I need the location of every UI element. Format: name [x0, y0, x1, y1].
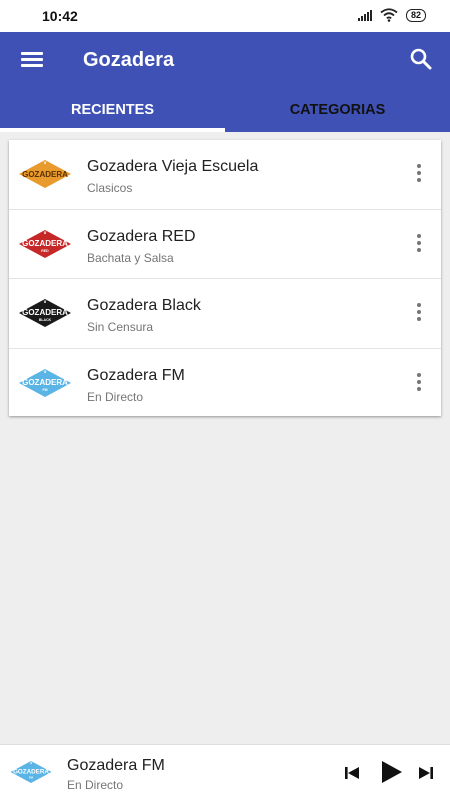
mini-player[interactable]: GOZADERA FM ♛ Gozadera FM En Directo: [0, 744, 450, 801]
svg-text:♛: ♛: [30, 761, 33, 765]
search-icon: [410, 48, 432, 70]
more-vert-icon: [415, 233, 423, 252]
station-logo: GOZADERA FM ♛: [19, 368, 71, 397]
skip-next-button[interactable]: [416, 765, 436, 781]
station-name: Gozadera RED: [87, 227, 196, 245]
tab-bar: RECIENTES CATEGORIAS: [0, 98, 450, 132]
station-subtitle: Sin Censura: [87, 320, 154, 334]
station-subtitle: Clasicos: [87, 181, 133, 195]
skip-previous-button[interactable]: [342, 765, 362, 781]
svg-text:♛: ♛: [43, 299, 47, 304]
player-logo: GOZADERA FM ♛: [10, 761, 52, 783]
svg-text:RED: RED: [41, 249, 49, 253]
more-vert-icon: [415, 164, 423, 182]
svg-text:GOZADERA: GOZADERA: [22, 378, 68, 387]
more-vert-icon: [415, 303, 423, 321]
station-name: Gozadera FM: [87, 366, 185, 384]
more-options-button[interactable]: [415, 164, 423, 184]
tab-recientes[interactable]: RECIENTES: [0, 98, 225, 132]
wifi-icon: [380, 8, 398, 22]
station-name: Gozadera Vieja Escuela: [87, 158, 259, 175]
status-time: 10:42: [42, 8, 78, 24]
station-logo: GOZADERA RED ♛: [19, 229, 71, 258]
station-subtitle: En Directo: [87, 389, 144, 404]
player-subtitle: En Directo: [67, 778, 124, 792]
play-button[interactable]: [378, 759, 404, 785]
svg-text:FM: FM: [42, 388, 47, 392]
svg-text:GOZADERA: GOZADERA: [13, 769, 49, 776]
svg-text:GOZADERA: GOZADERA: [22, 170, 68, 179]
svg-text:GOZADERA: GOZADERA: [22, 308, 68, 317]
status-bar: 10:42 82: [0, 0, 450, 32]
signal-icon: [357, 9, 372, 21]
more-options-button[interactable]: [415, 372, 423, 393]
more-options-button[interactable]: [415, 303, 423, 323]
menu-button[interactable]: [18, 46, 46, 74]
station-item-black[interactable]: GOZADERA BLACK ♛ Gozadera Black Sin Cens…: [9, 279, 441, 349]
svg-text:GOZADERA: GOZADERA: [22, 239, 68, 248]
svg-text:♛: ♛: [43, 160, 47, 165]
svg-text:BLACK: BLACK: [39, 318, 52, 322]
app-title: Gozadera: [83, 49, 175, 71]
skip-next-icon: [419, 767, 433, 779]
battery-icon: 82: [405, 8, 426, 22]
station-item-red[interactable]: GOZADERA RED ♛ Gozadera RED Bachata y Sa…: [9, 210, 441, 279]
more-options-button[interactable]: [415, 233, 423, 254]
svg-text:FM: FM: [29, 775, 34, 779]
more-vert-icon: [415, 372, 423, 391]
app-bar: Gozadera RECIENTES CATEGORIAS: [0, 32, 450, 132]
station-item-vieja-escuela[interactable]: GOZADERA ♛ Gozadera Vieja Escuela Clasic…: [9, 140, 441, 210]
svg-text:♛: ♛: [43, 369, 47, 374]
svg-text:♛: ♛: [43, 230, 47, 235]
station-item-fm[interactable]: GOZADERA FM ♛ Gozadera FM En Directo: [9, 349, 441, 418]
station-list: GOZADERA ♛ Gozadera Vieja Escuela Clasic…: [9, 140, 441, 416]
station-logo: GOZADERA BLACK ♛: [19, 299, 71, 327]
station-name: Gozadera Black: [87, 297, 201, 314]
skip-previous-icon: [345, 767, 359, 779]
player-title: Gozadera FM: [67, 757, 165, 774]
play-icon: [382, 761, 402, 783]
tab-categorias[interactable]: CATEGORIAS: [225, 98, 450, 132]
station-subtitle: Bachata y Salsa: [87, 250, 174, 265]
status-icons: 82: [357, 8, 426, 22]
search-button[interactable]: [408, 46, 434, 72]
tab-indicator: [0, 128, 225, 132]
station-logo: GOZADERA ♛: [19, 160, 71, 188]
